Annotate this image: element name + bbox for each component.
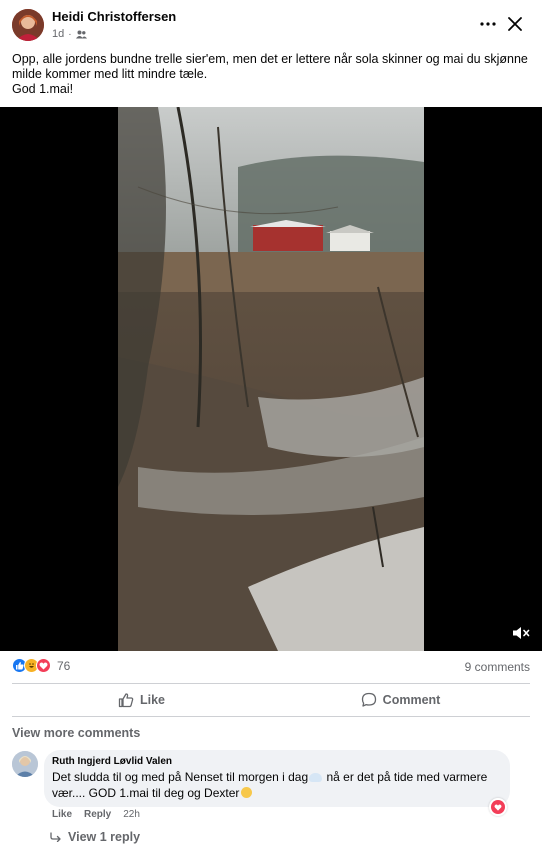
view-reply-label: View 1 reply xyxy=(68,830,141,844)
comment-text-part: vær.... GOD 1.mai til deg og Dexter xyxy=(52,786,240,800)
author-name[interactable]: Heidi Christoffersen xyxy=(52,9,176,24)
snow-cloud-emoji-icon xyxy=(309,773,323,783)
thumbs-up-icon xyxy=(118,693,134,708)
post-text-line: Opp, alle jordens bundne trelle sier'em,… xyxy=(12,52,528,66)
commenter-avatar[interactable] xyxy=(12,751,38,777)
post-actions: Like Comment xyxy=(12,686,530,714)
comment-like-button[interactable]: Like xyxy=(52,809,72,820)
like-label: Like xyxy=(139,693,165,707)
comment-label: Comment xyxy=(382,693,441,707)
love-reaction-icon xyxy=(491,800,505,814)
comment-reaction-badge[interactable] xyxy=(489,798,507,816)
meta-separator: · xyxy=(68,28,72,40)
more-options-button[interactable] xyxy=(476,12,500,36)
post-meta: 1d · xyxy=(52,28,87,40)
comment-actions: Like Reply 22h xyxy=(52,809,140,820)
view-more-comments-link[interactable]: View more comments xyxy=(12,726,140,740)
post-text-line: God 1.mai! xyxy=(12,82,74,96)
author-avatar[interactable] xyxy=(12,9,44,41)
comment-button[interactable]: Comment xyxy=(271,686,530,714)
reply-arrow-icon xyxy=(50,832,61,842)
post-header: Heidi Christoffersen 1d · xyxy=(0,0,542,48)
post-text: Opp, alle jordens bundne trelle sier'em,… xyxy=(12,52,532,97)
volume-button[interactable] xyxy=(510,623,532,643)
post-text-line: milde kommer med litt mindre tæle. xyxy=(12,67,208,81)
post-stats: 76 9 comments xyxy=(12,657,530,677)
comment-icon xyxy=(361,692,376,707)
close-icon xyxy=(508,17,522,31)
divider xyxy=(12,716,530,717)
comment-count[interactable]: 9 comments xyxy=(465,660,530,674)
comment-time[interactable]: 22h xyxy=(123,809,140,820)
comment-text: Det sludda til og med på Nenset til morg… xyxy=(52,769,502,801)
commenter-name[interactable]: Ruth Ingjerd Løvlid Valen xyxy=(52,756,502,767)
friends-icon xyxy=(75,30,87,39)
more-horizontal-icon xyxy=(480,22,496,26)
comment-text-part: nå er det på tide med varmere xyxy=(323,770,488,784)
comment-reply-button[interactable]: Reply xyxy=(84,809,111,820)
reaction-count: 76 xyxy=(57,658,71,673)
post-time[interactable]: 1d xyxy=(52,28,64,40)
reactions-summary[interactable]: 76 xyxy=(12,658,70,673)
volume-muted-icon xyxy=(513,627,530,639)
divider xyxy=(12,683,530,684)
love-reaction-icon xyxy=(36,658,51,673)
comment-bubble: Ruth Ingjerd Løvlid Valen Det sludda til… xyxy=(44,750,510,807)
smile-emoji-icon xyxy=(241,787,253,798)
close-button[interactable] xyxy=(503,12,527,36)
view-replies-link[interactable]: View 1 reply xyxy=(50,830,140,844)
comment-text-part: Det sludda til og med på Nenset til morg… xyxy=(52,770,309,784)
like-button[interactable]: Like xyxy=(12,686,271,714)
video-player[interactable] xyxy=(0,107,542,651)
video-frame[interactable] xyxy=(118,107,424,651)
